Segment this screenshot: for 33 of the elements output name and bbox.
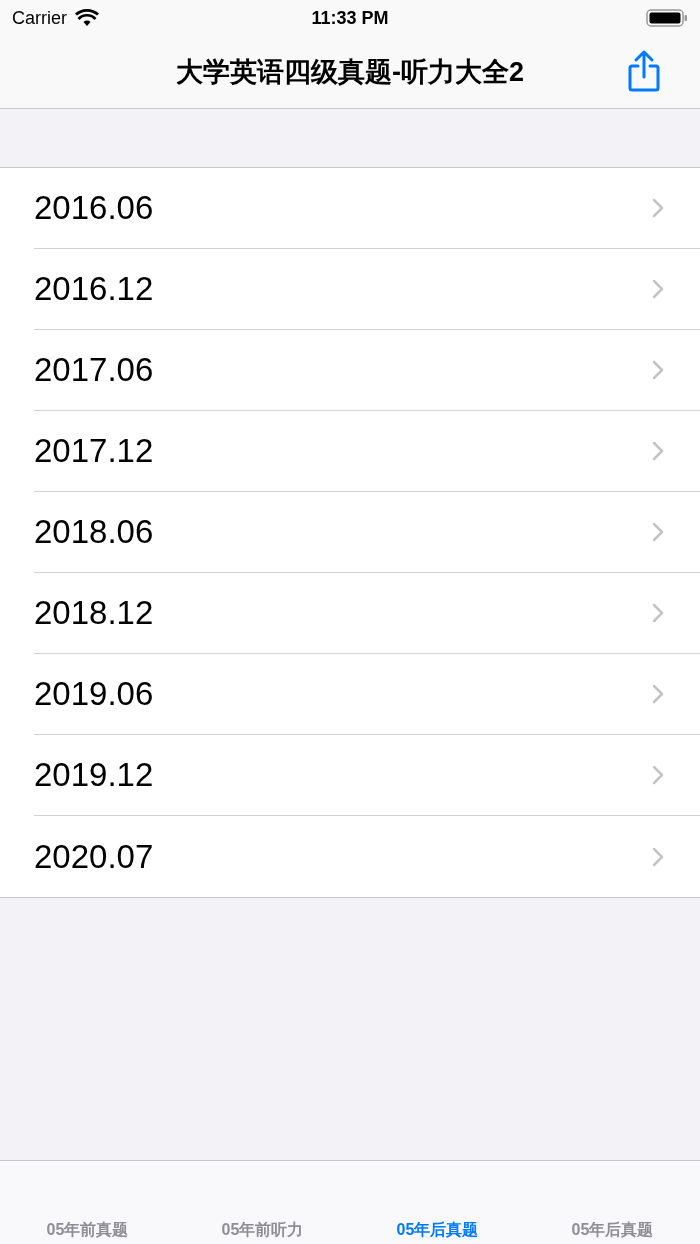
chevron-icon [652, 603, 664, 623]
chevron-icon [652, 522, 664, 542]
wifi-icon [75, 9, 99, 27]
chevron-icon [652, 360, 664, 380]
chevron-icon [652, 279, 664, 299]
row-label: 2016.12 [34, 269, 154, 310]
chevron-icon [652, 684, 664, 704]
list-row[interactable]: 2018.12 [0, 573, 700, 654]
row-label: 2017.06 [34, 350, 154, 391]
row-label: 2018.12 [34, 593, 154, 634]
battery-icon [646, 8, 688, 28]
list-row[interactable]: 2019.06 [0, 654, 700, 735]
row-label: 2018.06 [34, 512, 154, 553]
list-row[interactable]: 2016.06 [0, 168, 700, 249]
chevron-icon [652, 198, 664, 218]
chevron-icon [652, 765, 664, 785]
row-label: 2016.06 [34, 188, 154, 229]
status-time: 11:33 PM [311, 6, 389, 30]
carrier-label: Carrier [12, 6, 67, 30]
row-label: 2019.06 [34, 674, 154, 715]
row-label: 2017.12 [34, 431, 154, 472]
list-row[interactable]: 2017.12 [0, 411, 700, 492]
row-label: 2019.12 [34, 755, 154, 796]
nav-title: 大学英语四级真题-听力大全2 [176, 55, 524, 89]
row-label: 2020.07 [34, 836, 154, 877]
list-row[interactable]: 2016.12 [0, 249, 700, 330]
list-row[interactable]: 2020.07 [0, 816, 700, 897]
list-row[interactable]: 2019.12 [0, 735, 700, 816]
chevron-icon [652, 846, 664, 867]
list-row[interactable]: 2017.06 [0, 330, 700, 411]
tab[interactable]: 05年后真题 [350, 1218, 525, 1242]
list-row[interactable]: 2018.06 [0, 492, 700, 573]
chevron-icon [652, 441, 664, 461]
